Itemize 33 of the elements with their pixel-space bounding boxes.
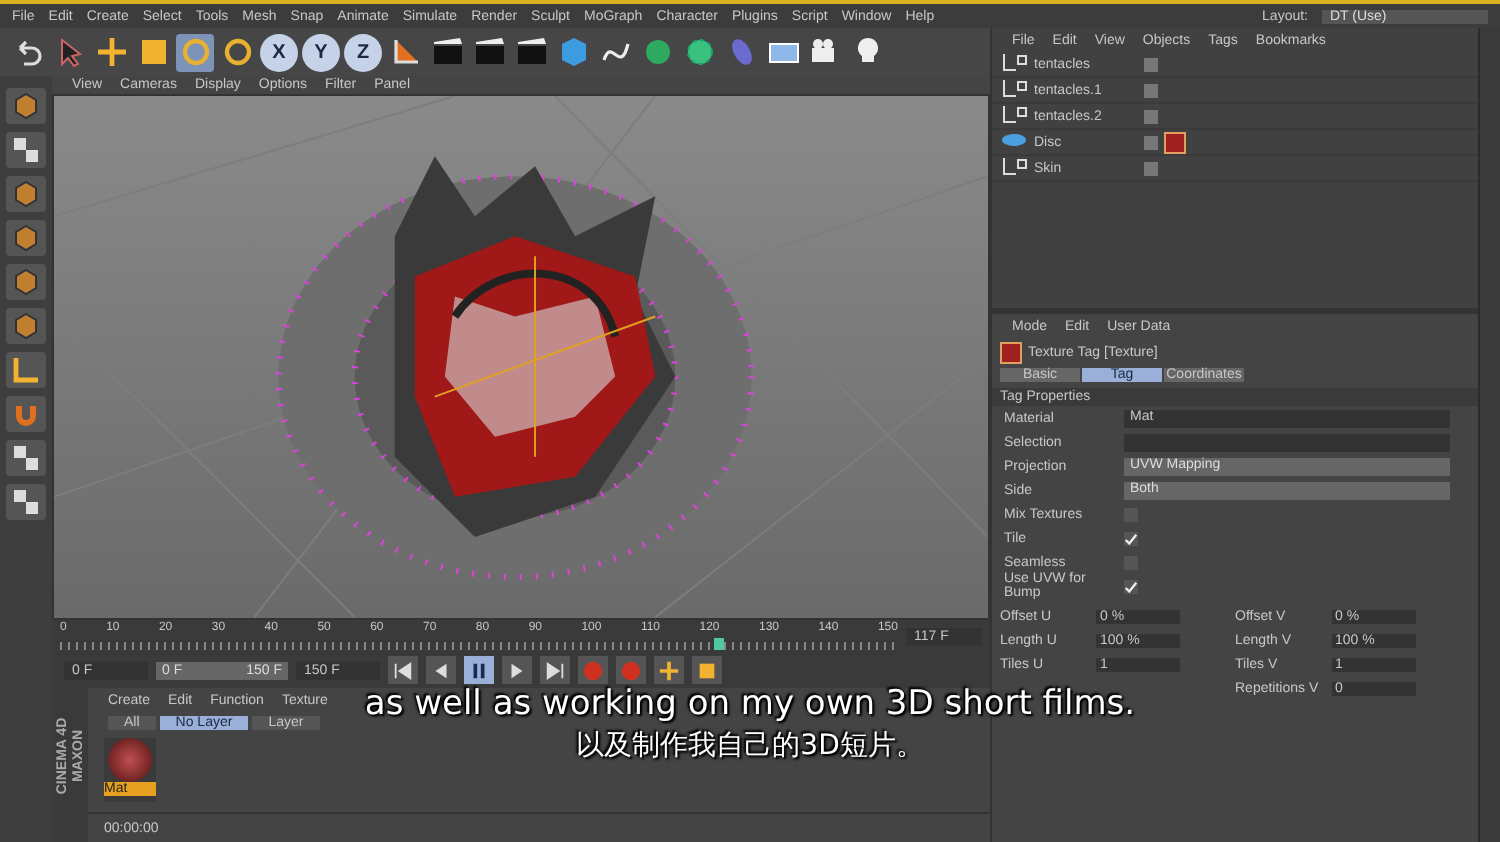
null-object-icon (1000, 78, 1028, 102)
cube-icon[interactable] (6, 308, 46, 344)
texture-tag-icon (1000, 342, 1022, 364)
pause-button[interactable] (464, 656, 494, 684)
null-object-icon (1000, 156, 1028, 180)
checkbox[interactable] (1124, 579, 1138, 593)
subtitle: 以及制作我自己的3D短片。 (576, 728, 924, 764)
corner-icon[interactable] (6, 352, 46, 388)
move-cross-icon[interactable] (92, 33, 130, 71)
scale-key-icon[interactable] (692, 656, 722, 684)
go-to-start-icon[interactable] (388, 656, 418, 684)
step-forward-icon[interactable] (502, 656, 532, 684)
cube-icon[interactable] (6, 176, 46, 212)
texture-tag-icon[interactable] (1164, 131, 1186, 153)
cube-icon[interactable] (6, 264, 46, 300)
step-back-icon[interactable] (426, 656, 456, 684)
cube-icon[interactable] (6, 88, 46, 124)
checker-icon[interactable] (6, 132, 46, 168)
checker-icon[interactable] (6, 484, 46, 520)
null-object-icon (1000, 104, 1028, 128)
move-key-icon[interactable] (654, 656, 684, 684)
axis-toggle[interactable]: X (260, 33, 298, 71)
cube-icon[interactable] (6, 220, 46, 256)
axis-toggle[interactable]: Z (344, 33, 382, 71)
rotate-icon[interactable] (176, 33, 214, 71)
null-object-icon (1000, 52, 1028, 76)
checkbox[interactable] (1124, 531, 1138, 545)
pause-icon (468, 659, 490, 681)
playhead-marker[interactable] (713, 638, 724, 650)
subtitle: as well as working on my own 3D short films. (364, 684, 1136, 724)
checker-icon[interactable] (6, 440, 46, 476)
axis-toggle[interactable]: Y (302, 33, 340, 71)
go-to-end-icon[interactable] (540, 656, 570, 684)
